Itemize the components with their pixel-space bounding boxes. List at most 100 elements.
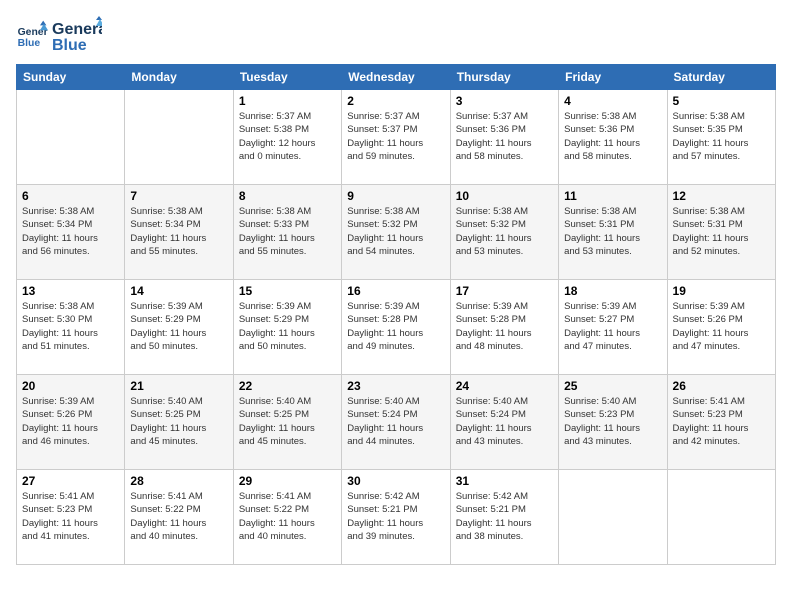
day-info: Sunrise: 5:38 AM Sunset: 5:32 PM Dayligh… xyxy=(456,205,553,258)
day-number: 3 xyxy=(456,94,553,108)
calendar-cell: 27 Sunrise: 5:41 AM Sunset: 5:23 PM Dayli… xyxy=(17,470,125,565)
calendar-cell: 15 Sunrise: 5:39 AM Sunset: 5:29 PM Dayli… xyxy=(233,280,341,375)
day-number: 20 xyxy=(22,379,119,393)
day-info: Sunrise: 5:38 AM Sunset: 5:32 PM Dayligh… xyxy=(347,205,444,258)
day-info: Sunrise: 5:39 AM Sunset: 5:29 PM Dayligh… xyxy=(130,300,227,353)
calendar-cell: 17 Sunrise: 5:39 AM Sunset: 5:28 PM Dayli… xyxy=(450,280,558,375)
weekday-header-sunday: Sunday xyxy=(17,65,125,90)
day-info: Sunrise: 5:38 AM Sunset: 5:31 PM Dayligh… xyxy=(673,205,770,258)
calendar-cell: 25 Sunrise: 5:40 AM Sunset: 5:23 PM Dayli… xyxy=(559,375,667,470)
day-number: 8 xyxy=(239,189,336,203)
calendar-cell: 26 Sunrise: 5:41 AM Sunset: 5:23 PM Dayli… xyxy=(667,375,775,470)
calendar-cell: 16 Sunrise: 5:39 AM Sunset: 5:28 PM Dayli… xyxy=(342,280,450,375)
calendar-week-3: 13 Sunrise: 5:38 AM Sunset: 5:30 PM Dayli… xyxy=(17,280,776,375)
calendar-cell: 6 Sunrise: 5:38 AM Sunset: 5:34 PM Daylig… xyxy=(17,185,125,280)
weekday-header-wednesday: Wednesday xyxy=(342,65,450,90)
calendar-week-1: 1 Sunrise: 5:37 AM Sunset: 5:38 PM Daylig… xyxy=(17,90,776,185)
calendar-cell: 3 Sunrise: 5:37 AM Sunset: 5:36 PM Daylig… xyxy=(450,90,558,185)
calendar-cell: 29Sunrise: 5:41 AM Sunset: 5:22 PM Dayli… xyxy=(233,470,341,565)
day-info: Sunrise: 5:38 AM Sunset: 5:31 PM Dayligh… xyxy=(564,205,661,258)
day-number: 1 xyxy=(239,94,336,108)
calendar-cell: 21 Sunrise: 5:40 AM Sunset: 5:25 PM Dayli… xyxy=(125,375,233,470)
weekday-header-tuesday: Tuesday xyxy=(233,65,341,90)
calendar-cell: 8 Sunrise: 5:38 AM Sunset: 5:33 PM Daylig… xyxy=(233,185,341,280)
day-number: 19 xyxy=(673,284,770,298)
day-info: Sunrise: 5:38 AM Sunset: 5:35 PM Dayligh… xyxy=(673,110,770,163)
calendar-table: SundayMondayTuesdayWednesdayThursdayFrid… xyxy=(16,64,776,565)
calendar-cell: 9 Sunrise: 5:38 AM Sunset: 5:32 PM Daylig… xyxy=(342,185,450,280)
day-number: 16 xyxy=(347,284,444,298)
day-number: 27 xyxy=(22,474,119,488)
day-number: 21 xyxy=(130,379,227,393)
day-info: Sunrise: 5:39 AM Sunset: 5:26 PM Dayligh… xyxy=(673,300,770,353)
day-number: 9 xyxy=(347,189,444,203)
day-info: Sunrise: 5:39 AM Sunset: 5:28 PM Dayligh… xyxy=(347,300,444,353)
day-number: 5 xyxy=(673,94,770,108)
day-number: 13 xyxy=(22,284,119,298)
day-info: Sunrise: 5:39 AM Sunset: 5:28 PM Dayligh… xyxy=(456,300,553,353)
weekday-header-monday: Monday xyxy=(125,65,233,90)
weekday-header-thursday: Thursday xyxy=(450,65,558,90)
day-number: 18 xyxy=(564,284,661,298)
weekday-header-friday: Friday xyxy=(559,65,667,90)
calendar-cell: 19 Sunrise: 5:39 AM Sunset: 5:26 PM Dayli… xyxy=(667,280,775,375)
day-info: Sunrise: 5:41 AM Sunset: 5:22 PM Dayligh… xyxy=(130,490,227,543)
day-number: 25 xyxy=(564,379,661,393)
day-info: Sunrise: 5:41 AM Sunset: 5:23 PM Dayligh… xyxy=(673,395,770,448)
calendar-cell: 20Sunrise: 5:39 AM Sunset: 5:26 PM Dayli… xyxy=(17,375,125,470)
day-number: 26 xyxy=(673,379,770,393)
day-info: Sunrise: 5:38 AM Sunset: 5:34 PM Dayligh… xyxy=(130,205,227,258)
day-number: 23 xyxy=(347,379,444,393)
svg-text:General: General xyxy=(52,21,102,38)
day-info: Sunrise: 5:40 AM Sunset: 5:24 PM Dayligh… xyxy=(456,395,553,448)
calendar-cell: 31Sunrise: 5:42 AM Sunset: 5:21 PM Dayli… xyxy=(450,470,558,565)
calendar-cell: 14 Sunrise: 5:39 AM Sunset: 5:29 PM Dayli… xyxy=(125,280,233,375)
calendar-cell: 28 Sunrise: 5:41 AM Sunset: 5:22 PM Dayli… xyxy=(125,470,233,565)
day-number: 7 xyxy=(130,189,227,203)
calendar-week-5: 27 Sunrise: 5:41 AM Sunset: 5:23 PM Dayli… xyxy=(17,470,776,565)
day-info: Sunrise: 5:41 AM Sunset: 5:22 PM Dayligh… xyxy=(239,490,336,543)
day-number: 28 xyxy=(130,474,227,488)
calendar-week-2: 6 Sunrise: 5:38 AM Sunset: 5:34 PM Daylig… xyxy=(17,185,776,280)
logo-svg: General Blue xyxy=(52,16,102,54)
calendar-cell xyxy=(125,90,233,185)
calendar-header-row: SundayMondayTuesdayWednesdayThursdayFrid… xyxy=(17,65,776,90)
day-number: 10 xyxy=(456,189,553,203)
calendar-cell: 2 Sunrise: 5:37 AM Sunset: 5:37 PM Daylig… xyxy=(342,90,450,185)
day-info: Sunrise: 5:37 AM Sunset: 5:36 PM Dayligh… xyxy=(456,110,553,163)
day-info: Sunrise: 5:39 AM Sunset: 5:29 PM Dayligh… xyxy=(239,300,336,353)
calendar-cell: 11 Sunrise: 5:38 AM Sunset: 5:31 PM Dayli… xyxy=(559,185,667,280)
calendar-cell xyxy=(667,470,775,565)
day-number: 15 xyxy=(239,284,336,298)
day-info: Sunrise: 5:40 AM Sunset: 5:25 PM Dayligh… xyxy=(130,395,227,448)
calendar-cell: 7 Sunrise: 5:38 AM Sunset: 5:34 PM Daylig… xyxy=(125,185,233,280)
day-info: Sunrise: 5:42 AM Sunset: 5:21 PM Dayligh… xyxy=(456,490,553,543)
day-info: Sunrise: 5:40 AM Sunset: 5:23 PM Dayligh… xyxy=(564,395,661,448)
page-header: General Blue General Blue xyxy=(16,16,776,54)
calendar-week-4: 20Sunrise: 5:39 AM Sunset: 5:26 PM Dayli… xyxy=(17,375,776,470)
calendar-cell: 24Sunrise: 5:40 AM Sunset: 5:24 PM Dayli… xyxy=(450,375,558,470)
calendar-cell: 1 Sunrise: 5:37 AM Sunset: 5:38 PM Daylig… xyxy=(233,90,341,185)
calendar-cell: 13 Sunrise: 5:38 AM Sunset: 5:30 PM Dayli… xyxy=(17,280,125,375)
calendar-cell xyxy=(17,90,125,185)
day-number: 11 xyxy=(564,189,661,203)
day-info: Sunrise: 5:37 AM Sunset: 5:37 PM Dayligh… xyxy=(347,110,444,163)
day-info: Sunrise: 5:40 AM Sunset: 5:25 PM Dayligh… xyxy=(239,395,336,448)
day-number: 17 xyxy=(456,284,553,298)
day-info: Sunrise: 5:37 AM Sunset: 5:38 PM Dayligh… xyxy=(239,110,336,163)
day-info: Sunrise: 5:38 AM Sunset: 5:34 PM Dayligh… xyxy=(22,205,119,258)
day-info: Sunrise: 5:41 AM Sunset: 5:23 PM Dayligh… xyxy=(22,490,119,543)
calendar-cell: 12 Sunrise: 5:38 AM Sunset: 5:31 PM Dayli… xyxy=(667,185,775,280)
calendar-cell xyxy=(559,470,667,565)
day-info: Sunrise: 5:38 AM Sunset: 5:30 PM Dayligh… xyxy=(22,300,119,353)
day-info: Sunrise: 5:38 AM Sunset: 5:33 PM Dayligh… xyxy=(239,205,336,258)
svg-text:Blue: Blue xyxy=(18,38,41,49)
day-number: 12 xyxy=(673,189,770,203)
day-number: 22 xyxy=(239,379,336,393)
svg-text:Blue: Blue xyxy=(52,37,87,54)
day-number: 14 xyxy=(130,284,227,298)
day-number: 6 xyxy=(22,189,119,203)
calendar-cell: 23Sunrise: 5:40 AM Sunset: 5:24 PM Dayli… xyxy=(342,375,450,470)
day-number: 30 xyxy=(347,474,444,488)
day-number: 2 xyxy=(347,94,444,108)
